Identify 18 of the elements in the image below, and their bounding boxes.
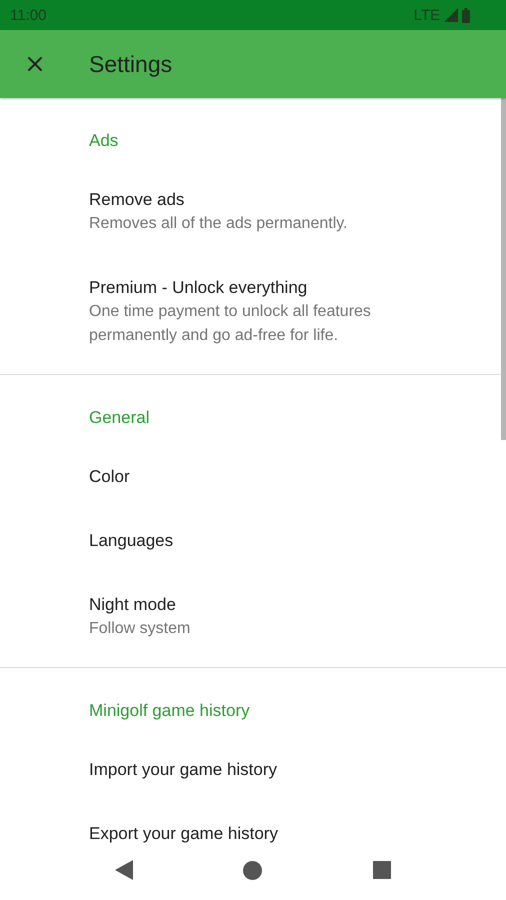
status-time: 11:00: [10, 6, 46, 24]
section-header: General: [88, 407, 150, 429]
app-bar-title: Settings: [89, 50, 172, 78]
setting-summary: Follow system: [89, 619, 192, 639]
setting-title[interactable]: Premium - Unlock everything: [89, 276, 466, 300]
setting-summary: One time payment to unlock all features permanently and go ad-free for life.: [89, 302, 372, 346]
setting-title[interactable]: Color: [89, 465, 466, 489]
setting-title[interactable]: Languages: [89, 529, 466, 553]
setting-title[interactable]: Remove ads: [89, 188, 466, 212]
signal-icon: [444, 8, 458, 22]
section-header: Ads: [88, 130, 120, 152]
setting-title[interactable]: Export your game history: [89, 822, 466, 844]
battery-icon: [462, 8, 470, 22]
setting-summary: Removes all of the ads permanently.: [89, 214, 348, 234]
setting-title[interactable]: Import your game history: [89, 758, 466, 782]
network-label: LTE: [414, 6, 440, 24]
setting-title[interactable]: Night mode: [89, 593, 466, 617]
section-header: Minigolf game history: [88, 700, 251, 722]
